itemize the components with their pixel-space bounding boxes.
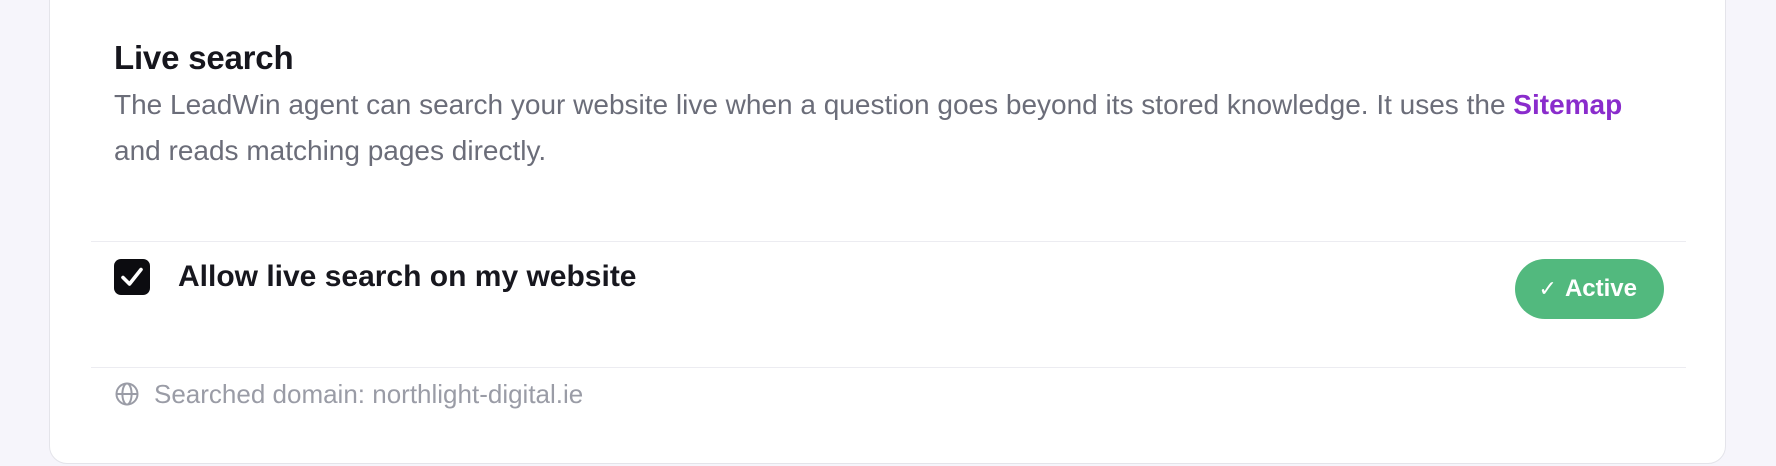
sitemap-link[interactable]: Sitemap <box>1513 89 1622 120</box>
check-icon: ✓ <box>1538 276 1557 301</box>
globe-icon <box>115 382 139 406</box>
status-badge-label: Active <box>1564 275 1637 302</box>
searched-domain-text: Searched domain: northlight-digital.ie <box>154 378 584 409</box>
live-search-card: Live search The LeadWin agent can search… <box>49 0 1726 464</box>
live-search-option: Allow live search on my website ✓ Active <box>114 259 1664 331</box>
divider <box>91 241 1686 242</box>
divider <box>91 367 1686 368</box>
section-title: Live search <box>114 39 294 76</box>
status-badge: ✓ Active <box>1514 259 1664 319</box>
allow-live-search-label[interactable]: Allow live search on my website <box>178 257 637 297</box>
section-description: The LeadWin agent can search your websit… <box>114 82 1634 174</box>
searched-domain: Searched domain: northlight-digital.ie <box>114 375 583 413</box>
description-text: The LeadWin agent can search your websit… <box>114 89 1514 120</box>
allow-live-search-checkbox[interactable] <box>114 259 150 295</box>
check-icon <box>121 267 143 286</box>
description-text-end: and reads matching pages directly. <box>114 135 547 166</box>
